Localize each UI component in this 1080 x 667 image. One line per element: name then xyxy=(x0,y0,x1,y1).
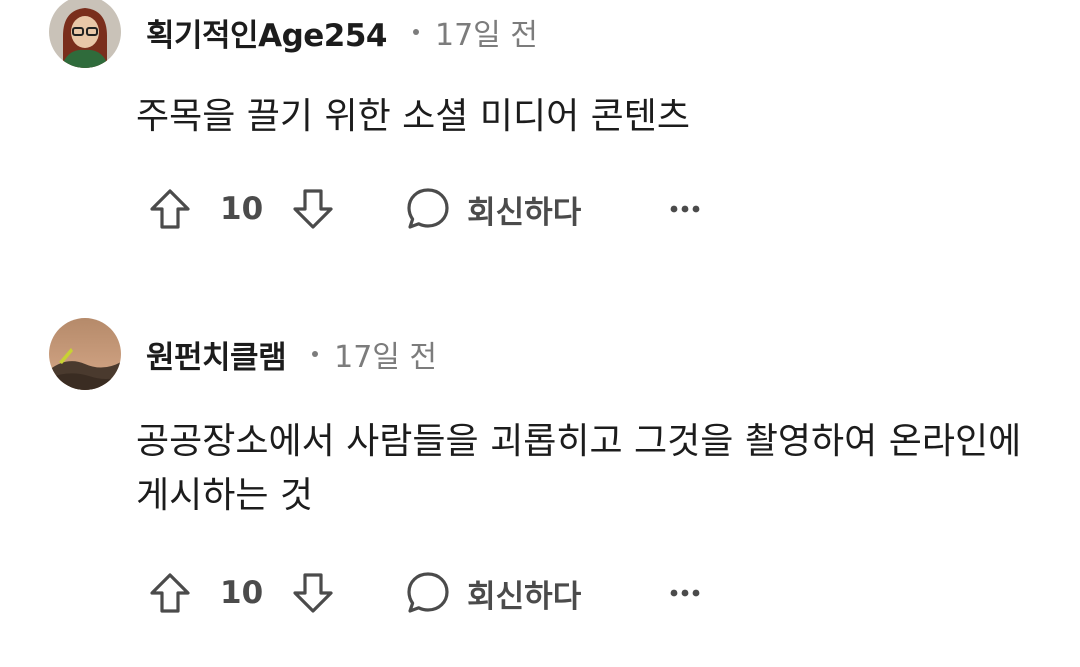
comment-header: 원펀치클램 17일 전 xyxy=(146,332,438,377)
downvote-button[interactable] xyxy=(289,569,337,617)
comment-body: 공공장소에서 사람들을 괴롭히고 그것을 촬영하여 온라인에 게시하는 것 xyxy=(136,421,1022,516)
comment-actions: 10 회신하다 xyxy=(146,563,701,623)
reply-label: 회신하다 xyxy=(467,194,582,231)
separator-dot xyxy=(312,351,319,357)
avatar-image xyxy=(49,0,121,68)
upvote-button[interactable] xyxy=(146,185,194,233)
downvote-button[interactable] xyxy=(289,185,337,233)
timestamp: 17일 전 xyxy=(435,18,538,53)
comment-actions: 10 회신하다 xyxy=(146,179,701,239)
vote-count: 10 xyxy=(220,191,264,227)
reply-label: 회신하다 xyxy=(467,578,582,615)
separator-dot xyxy=(413,29,419,35)
arrow-down-outline-icon xyxy=(293,189,333,229)
vote-count: 10 xyxy=(220,575,264,611)
avatar-image xyxy=(49,318,121,390)
reply-button[interactable]: 회신하다 xyxy=(405,570,581,616)
arrow-down-outline-icon xyxy=(293,573,333,613)
more-options-button[interactable] xyxy=(669,185,701,233)
ellipsis-icon xyxy=(670,589,700,597)
arrow-up-outline-icon xyxy=(150,189,190,229)
timestamp: 17일 전 xyxy=(334,340,438,375)
avatar[interactable] xyxy=(49,318,121,390)
speech-bubble-icon xyxy=(407,572,449,613)
comment-header: 획기적인Age254 17일 전 xyxy=(146,10,538,55)
reply-button[interactable]: 회신하다 xyxy=(405,186,581,232)
upvote-button[interactable] xyxy=(146,569,194,617)
speech-bubble-icon xyxy=(407,188,449,229)
username[interactable]: 획기적인Age254 xyxy=(146,10,388,55)
arrow-up-outline-icon xyxy=(150,573,190,613)
ellipsis-icon xyxy=(670,205,700,213)
username[interactable]: 원펀치클램 xyxy=(146,332,287,377)
comment-body: 주목을 끌기 위한 소셜 미디어 콘텐츠 xyxy=(136,96,691,137)
avatar[interactable] xyxy=(49,0,121,68)
more-options-button[interactable] xyxy=(669,569,701,617)
